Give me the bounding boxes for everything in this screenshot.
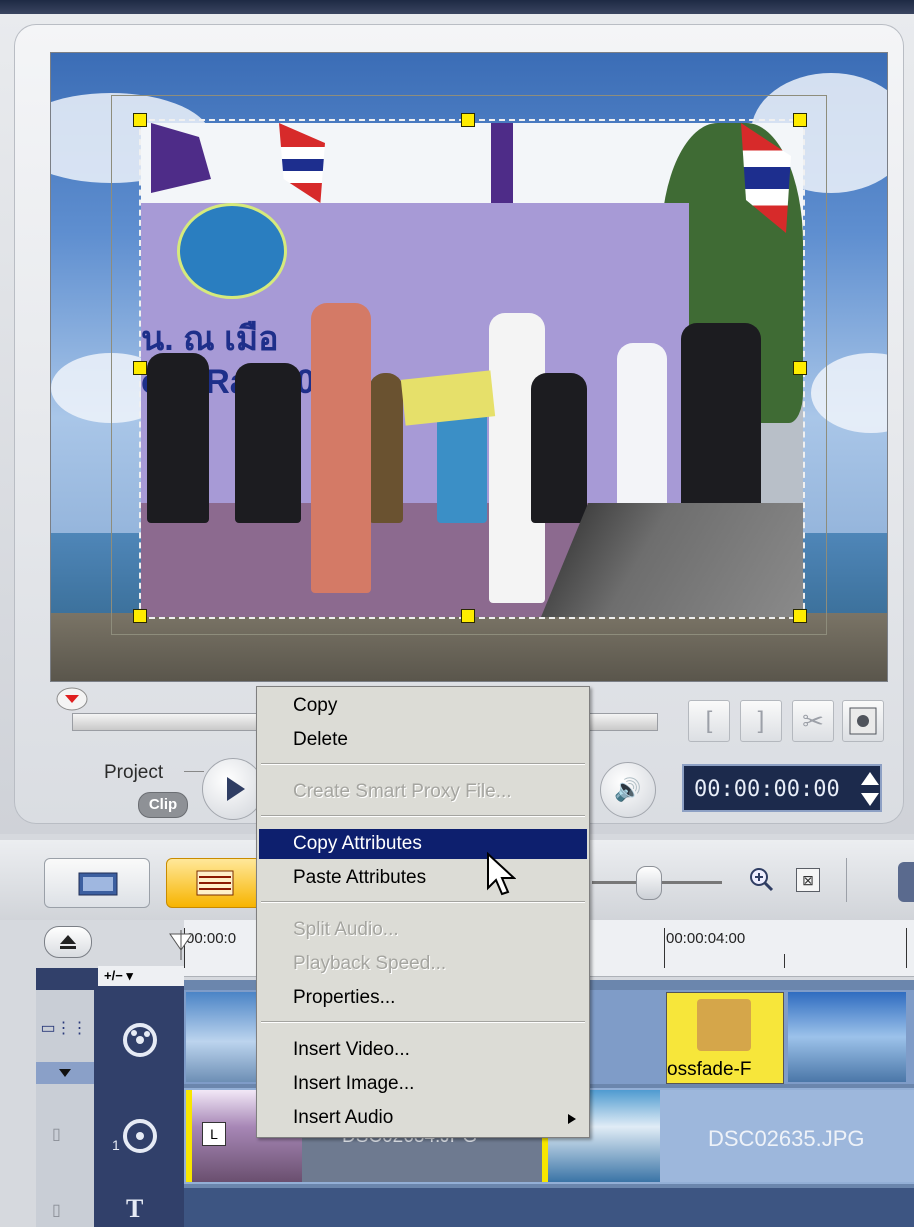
enlarge-icon xyxy=(849,707,877,735)
resize-handle-top-left[interactable] xyxy=(133,113,147,127)
resize-handle-top[interactable] xyxy=(461,113,475,127)
ruler-tick xyxy=(906,928,907,968)
playhead-icon[interactable] xyxy=(166,930,196,960)
window-top-strip xyxy=(0,0,914,14)
menu-item-copy-attributes[interactable]: Copy Attributes xyxy=(259,829,587,859)
eject-icon xyxy=(60,935,76,949)
menu-item-playback-speed[interactable]: Playback Speed... xyxy=(259,949,587,979)
lock-icon[interactable]: ▯ xyxy=(52,1200,61,1220)
volume-button[interactable]: 🔊 xyxy=(600,762,656,818)
speaker-icon: 🔊 xyxy=(614,777,642,802)
menu-item-split-audio[interactable]: Split Audio... xyxy=(259,915,587,945)
menu-item-delete[interactable]: Delete xyxy=(259,725,587,755)
menu-separator xyxy=(261,815,585,817)
title-track[interactable] xyxy=(184,1188,914,1227)
resize-handle-bottom-right[interactable] xyxy=(793,609,807,623)
selection-rectangle[interactable] xyxy=(139,119,805,619)
transition-clip[interactable]: ossfade-F xyxy=(666,992,784,1084)
fit-icon: ⊠ xyxy=(802,872,814,888)
timecode-display[interactable]: 00:00:00:00 xyxy=(682,764,882,812)
mark-in-button[interactable]: [ xyxy=(688,700,730,742)
enlarge-preview-button[interactable] xyxy=(842,700,884,742)
menu-separator xyxy=(261,1021,585,1023)
transition-icon xyxy=(697,999,751,1051)
menu-item-copy[interactable]: Copy xyxy=(259,691,587,721)
mouse-cursor-icon xyxy=(486,851,517,898)
resize-handle-right[interactable] xyxy=(793,361,807,375)
resize-handle-bottom[interactable] xyxy=(461,609,475,623)
context-menu: Copy Delete Create Smart Proxy File... C… xyxy=(256,686,590,1138)
menu-item-insert-image[interactable]: Insert Image... xyxy=(259,1069,587,1099)
ruler-label: 00:00:04:00 xyxy=(666,930,746,947)
menu-item-insert-audio-label: Insert Audio xyxy=(293,1107,394,1128)
menu-separator xyxy=(261,763,585,765)
toolbar-divider xyxy=(846,858,847,902)
eject-button[interactable] xyxy=(44,926,92,958)
overlay-clip[interactable]: DSC02635.JPG xyxy=(660,1090,914,1182)
track-expand-button[interactable] xyxy=(36,1062,94,1084)
menu-item-create-smart-proxy[interactable]: Create Smart Proxy File... xyxy=(259,777,587,807)
resize-handle-top-right[interactable] xyxy=(793,113,807,127)
preview-window[interactable]: น. ณ เมือ our Ra 2008 xyxy=(50,52,888,682)
split-clip-button[interactable]: ✂ xyxy=(792,700,834,742)
storyboard-view-button[interactable] xyxy=(44,858,150,908)
mark-in-label: [ xyxy=(705,707,713,734)
zoom-in-icon xyxy=(750,868,774,892)
zoom-in-button[interactable] xyxy=(748,866,774,892)
clip-filename: DSC02635.JPG xyxy=(708,1126,865,1151)
video-clip-thumbnail[interactable] xyxy=(186,992,256,1082)
title-track-icon: T xyxy=(126,1194,144,1223)
play-icon xyxy=(227,777,245,801)
ruler-tick xyxy=(784,954,785,968)
transition-label: ossfade-F xyxy=(667,1059,752,1080)
resize-handle-left[interactable] xyxy=(133,361,147,375)
submenu-arrow-icon xyxy=(568,1114,576,1124)
menu-separator xyxy=(261,901,585,903)
resize-handle-bottom-left[interactable] xyxy=(133,609,147,623)
storyboard-icon xyxy=(78,872,118,896)
chevron-down-icon xyxy=(59,1069,71,1077)
timecode-value: 00:00:00:00 xyxy=(694,777,840,802)
mode-connector xyxy=(184,771,204,772)
mark-out-button[interactable]: ] xyxy=(740,700,782,742)
svg-text:1: 1 xyxy=(112,1137,120,1153)
menu-item-insert-audio[interactable]: Insert Audio xyxy=(259,1103,587,1133)
timeline-icon xyxy=(196,870,234,896)
overlay-track-icon: 1 xyxy=(108,1110,168,1160)
menu-item-insert-video[interactable]: Insert Video... xyxy=(259,1035,587,1065)
mark-out-label: ] xyxy=(757,707,765,734)
video-track-icon xyxy=(114,1014,170,1064)
library-panel-icon[interactable] xyxy=(898,862,914,902)
project-mode-label[interactable]: Project xyxy=(104,762,163,784)
timeline-view-button[interactable] xyxy=(166,858,264,908)
fit-project-button[interactable]: ⊠ xyxy=(796,868,820,892)
zoom-slider-knob[interactable] xyxy=(636,866,662,900)
timecode-stepper-icon[interactable] xyxy=(860,770,880,808)
ruler-tick xyxy=(664,928,665,968)
scissors-icon: ✂ xyxy=(802,706,824,736)
clip-mode-toggle[interactable]: Clip xyxy=(138,792,188,818)
ripple-edit-icon[interactable]: ▭⋮⋮ xyxy=(40,1018,88,1038)
play-button[interactable] xyxy=(202,758,264,820)
add-remove-track-button[interactable]: +/− ▾ xyxy=(98,966,184,986)
clip-tag-icon: L xyxy=(202,1122,226,1146)
menu-item-properties[interactable]: Properties... xyxy=(259,983,587,1013)
lock-icon[interactable]: ▯ xyxy=(52,1124,61,1144)
playhead-marker-icon[interactable] xyxy=(56,686,88,712)
video-clip-thumbnail[interactable] xyxy=(788,992,906,1082)
menu-item-paste-attributes[interactable]: Paste Attributes xyxy=(259,863,587,893)
